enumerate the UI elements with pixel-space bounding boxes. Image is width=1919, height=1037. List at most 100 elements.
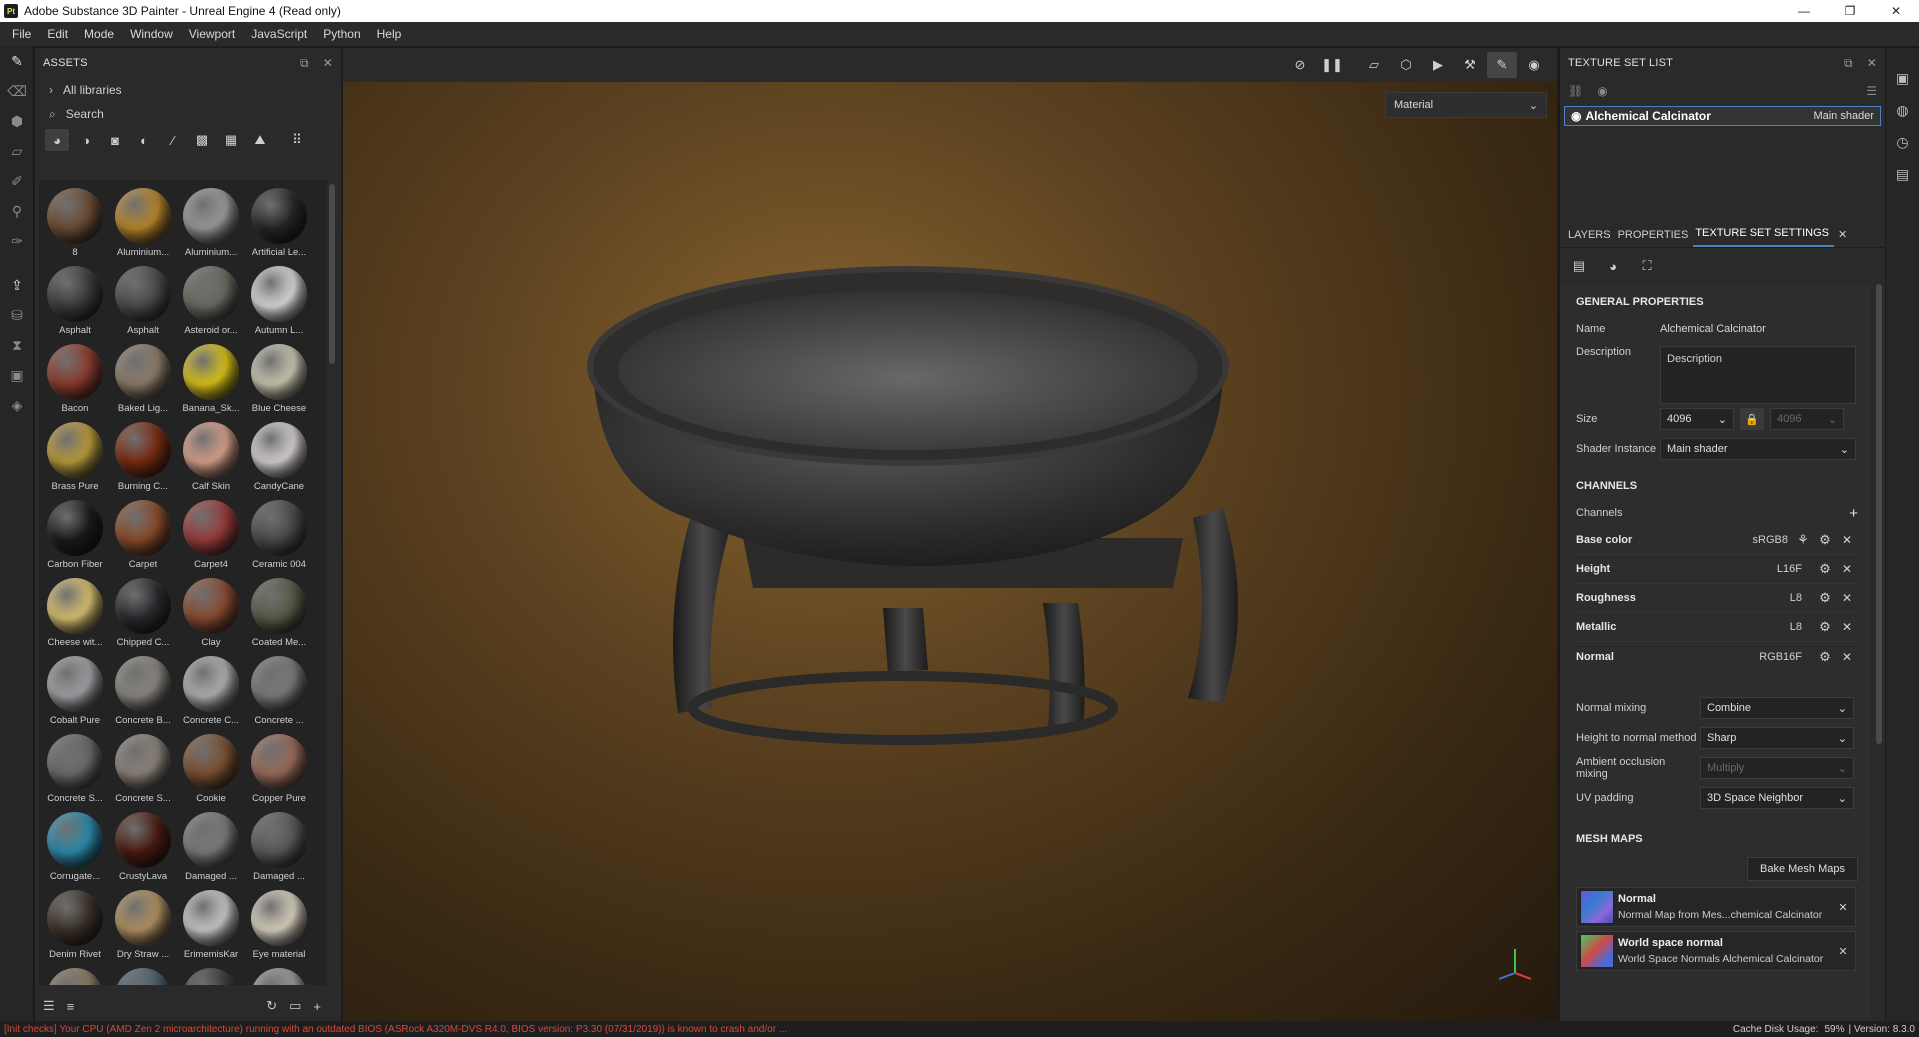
asset-tile[interactable]: Corrugate... bbox=[41, 808, 109, 886]
3d-viewport[interactable]: ⊘ ❚❚ ▱ ⬡ ▶ ⚒ ✎ ◉ Material ⌄ bbox=[343, 48, 1557, 1021]
smudge-icon[interactable]: ✐ bbox=[0, 166, 34, 196]
uv-padding-select[interactable]: 3D Space Neighbor ⌄ bbox=[1700, 787, 1854, 809]
brushes-filter-icon[interactable]: ∕ bbox=[161, 129, 185, 151]
asset-tile[interactable] bbox=[177, 964, 245, 985]
all-libraries-row[interactable]: › All libraries bbox=[35, 78, 341, 102]
clone-icon[interactable]: ⚲ bbox=[0, 196, 34, 226]
undock-icon[interactable]: ⧉ bbox=[300, 56, 309, 71]
asset-tile[interactable]: Artificial Le... bbox=[245, 184, 313, 262]
menu-javascript[interactable]: JavaScript bbox=[243, 27, 315, 41]
asset-tile[interactable]: ErimemisKar bbox=[177, 886, 245, 964]
minimize-button[interactable]: — bbox=[1781, 0, 1827, 22]
asset-tile[interactable]: Eye material bbox=[245, 886, 313, 964]
assets-search[interactable]: ⌕ Search bbox=[35, 102, 341, 126]
filter-list-icon[interactable]: ≡ bbox=[67, 999, 75, 1014]
undock-icon[interactable]: ⧉ bbox=[1844, 56, 1853, 71]
assets-scrollbar[interactable] bbox=[329, 180, 335, 985]
shader-icon[interactable]: ◕ bbox=[1600, 254, 1626, 278]
asset-tile[interactable]: Chipped C... bbox=[109, 574, 177, 652]
history-icon[interactable]: ◷ bbox=[1886, 126, 1919, 158]
asset-tile[interactable]: Dry Straw ... bbox=[109, 886, 177, 964]
asset-tile[interactable]: Burning C... bbox=[109, 418, 177, 496]
environments-filter-icon[interactable]: ⛰ bbox=[248, 129, 272, 151]
refresh-icon[interactable]: ↻ bbox=[266, 998, 277, 1014]
asset-tile[interactable]: CandyCane bbox=[245, 418, 313, 496]
remove-channel-icon[interactable]: ✕ bbox=[1836, 591, 1858, 605]
asset-tile[interactable]: Damaged ... bbox=[177, 808, 245, 886]
export-icon[interactable]: ⇪ bbox=[0, 270, 34, 300]
asset-tile[interactable]: Concrete C... bbox=[177, 652, 245, 730]
remove-channel-icon[interactable]: ✕ bbox=[1836, 562, 1858, 576]
menu-file[interactable]: File bbox=[4, 27, 39, 41]
remove-channel-icon[interactable]: ✕ bbox=[1836, 620, 1858, 634]
grid-view-icon[interactable]: ⠿ bbox=[285, 129, 309, 151]
color-picker-icon[interactable]: ✑ bbox=[0, 226, 34, 256]
asset-tile[interactable]: Clay bbox=[177, 574, 245, 652]
gear-icon[interactable]: ⚙ bbox=[1814, 532, 1836, 548]
bake-mesh-maps-button[interactable]: Bake Mesh Maps bbox=[1747, 857, 1858, 881]
settings-scrollbar[interactable] bbox=[1876, 284, 1882, 744]
add-channel-icon[interactable]: + bbox=[1849, 505, 1858, 522]
projection-icon[interactable]: ⬢ bbox=[0, 106, 34, 136]
menu-viewport[interactable]: Viewport bbox=[181, 27, 243, 41]
asset-tile[interactable] bbox=[109, 964, 177, 985]
height-to-normal-select[interactable]: Sharp ⌄ bbox=[1700, 727, 1854, 749]
texture-set-icon[interactable]: ▤ bbox=[1566, 254, 1592, 278]
3d-object-icon[interactable]: ◈ bbox=[0, 390, 34, 420]
asset-tile[interactable]: Damaged ... bbox=[245, 808, 313, 886]
eye-icon[interactable]: ◉ bbox=[1571, 109, 1581, 123]
description-field[interactable]: Description bbox=[1660, 346, 1856, 404]
channel-row[interactable]: Roughness L8 ⚙ ✕ bbox=[1576, 584, 1858, 613]
asset-tile[interactable]: CrustyLava bbox=[109, 808, 177, 886]
smart-materials-filter-icon[interactable]: ◑ bbox=[74, 129, 98, 151]
asset-tile[interactable]: Aluminium... bbox=[177, 184, 245, 262]
textures-filter-icon[interactable]: ▩ bbox=[190, 129, 214, 151]
asset-tile[interactable]: Concrete S... bbox=[41, 730, 109, 808]
asset-tile[interactable]: Aluminium... bbox=[109, 184, 177, 262]
asset-tile[interactable]: Coated Me... bbox=[245, 574, 313, 652]
mesh-map-item[interactable]: World space normal World Space Normals Al… bbox=[1576, 931, 1856, 971]
materials-filter-icon[interactable]: ◕ bbox=[45, 129, 69, 151]
lock-icon[interactable]: 🔒 bbox=[1740, 408, 1764, 430]
menu-window[interactable]: Window bbox=[122, 27, 181, 41]
asset-tile[interactable]: Cobalt Pure bbox=[41, 652, 109, 730]
masks-filter-icon[interactable]: ◙ bbox=[103, 129, 127, 151]
asset-tile[interactable]: Concrete S... bbox=[109, 730, 177, 808]
asset-tile[interactable]: Concrete B... bbox=[109, 652, 177, 730]
search-input[interactable]: Search bbox=[66, 107, 104, 121]
texture-set-list-icon[interactable]: ▣ bbox=[1886, 62, 1919, 94]
asset-tile[interactable]: Banana_Sk... bbox=[177, 340, 245, 418]
asset-tile[interactable]: Carpet bbox=[109, 496, 177, 574]
init-check-error[interactable]: [Init checks] Your CPU (AMD Zen 2 microa… bbox=[4, 1024, 1721, 1035]
paint-brush-icon[interactable]: ✎ bbox=[0, 46, 34, 76]
channel-row[interactable]: Metallic L8 ⚙ ✕ bbox=[1576, 613, 1858, 642]
texture-set-row[interactable]: ◉ Alchemical Calcinator Main shader bbox=[1564, 106, 1881, 126]
asset-tile[interactable]: Cheese wit... bbox=[41, 574, 109, 652]
shader-instance-select[interactable]: Main shader ⌄ bbox=[1660, 438, 1856, 460]
normal-mixing-select[interactable]: Combine ⌄ bbox=[1700, 697, 1854, 719]
size-select[interactable]: 4096 ⌄ bbox=[1660, 408, 1734, 430]
log-icon[interactable]: ▤ bbox=[1886, 158, 1919, 190]
remove-map-icon[interactable]: ✕ bbox=[1831, 945, 1855, 958]
gear-icon[interactable]: ⚙ bbox=[1814, 649, 1836, 665]
link-icon[interactable]: ⛓ bbox=[1568, 84, 1583, 98]
sequence-icon[interactable]: ⧗ bbox=[0, 330, 34, 360]
asset-tile[interactable] bbox=[245, 964, 313, 985]
document-icon[interactable]: ▣ bbox=[0, 360, 34, 390]
bake-icon[interactable]: ⛁ bbox=[0, 300, 34, 330]
channel-row[interactable]: Height L16F ⚙ ✕ bbox=[1576, 555, 1858, 584]
tab-properties[interactable]: PROPERTIES bbox=[1616, 229, 1694, 247]
shelf-icon[interactable]: ◍ bbox=[1886, 94, 1919, 126]
maximize-button[interactable]: ❐ bbox=[1827, 0, 1873, 22]
polygon-fill-icon[interactable]: ▱ bbox=[0, 136, 34, 166]
tab-texture-set-settings[interactable]: TEXTURE SET SETTINGS bbox=[1693, 227, 1834, 247]
uv-icon[interactable]: ⛶ bbox=[1634, 254, 1660, 278]
channel-row[interactable]: Base color sRGB8 ⚘ ⚙ ✕ bbox=[1576, 526, 1858, 555]
remove-channel-icon[interactable]: ✕ bbox=[1836, 650, 1858, 664]
asset-tile[interactable]: Autumn L... bbox=[245, 262, 313, 340]
gear-icon[interactable]: ⚙ bbox=[1814, 619, 1836, 635]
menu-help[interactable]: Help bbox=[369, 27, 410, 41]
asset-tile[interactable]: Carpet4 bbox=[177, 496, 245, 574]
menu-python[interactable]: Python bbox=[315, 27, 368, 41]
tab-layers[interactable]: LAYERS bbox=[1566, 229, 1616, 247]
